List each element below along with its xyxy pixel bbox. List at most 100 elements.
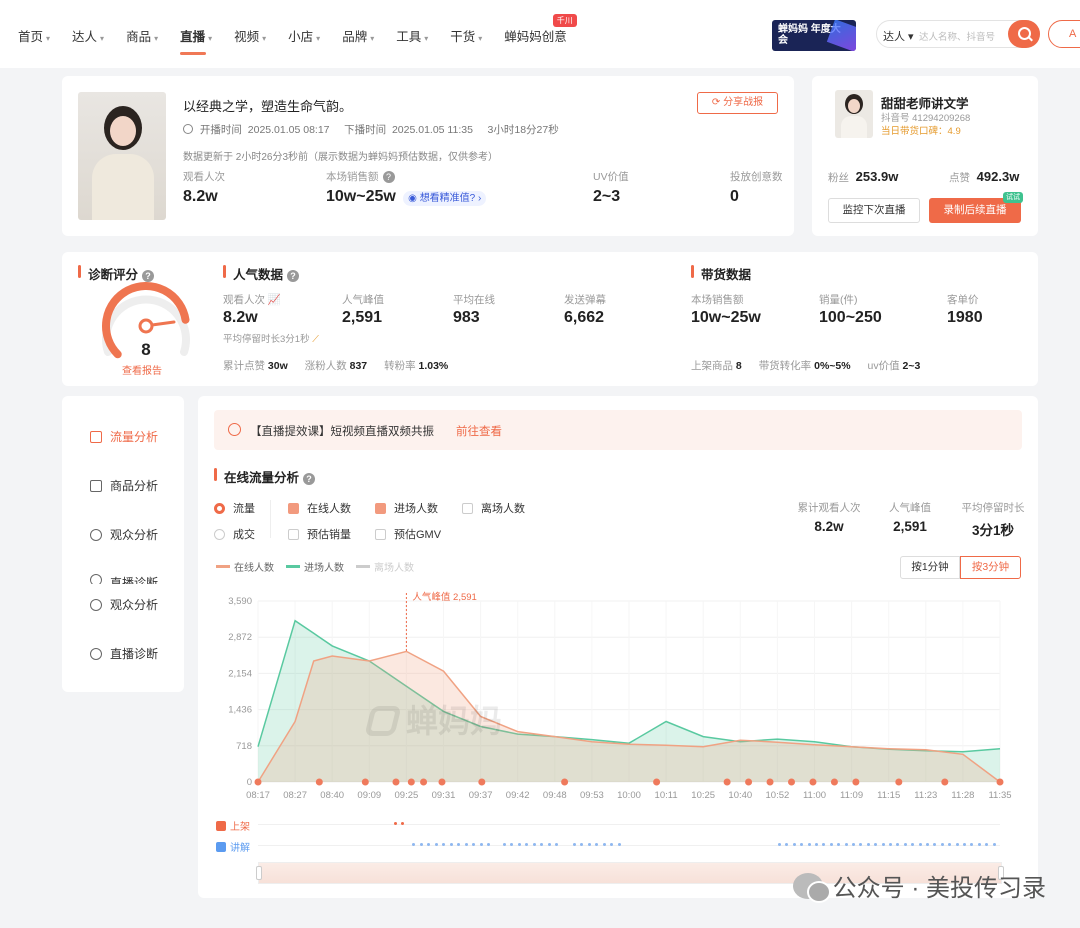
play-circle-icon xyxy=(90,598,102,611)
search-type-select[interactable]: 达人 ▾ xyxy=(883,28,914,44)
precise-value-link[interactable]: ◉ 想看精准值? › xyxy=(403,191,487,206)
shelf-dot xyxy=(401,822,404,825)
event-marker xyxy=(420,778,428,786)
sidebar-item-audience-2[interactable]: 观众分析 xyxy=(90,596,158,613)
help-icon[interactable]: ? xyxy=(287,270,300,282)
x-tick-label: 11:15 xyxy=(877,790,900,801)
nav-item-home[interactable]: 首页 ▾ xyxy=(18,26,50,45)
x-tick-label: 09:42 xyxy=(506,790,530,801)
x-tick-label: 10:11 xyxy=(655,790,678,801)
x-tick-label: 11:23 xyxy=(914,790,937,801)
nav-item-shop[interactable]: 小店 ▾ xyxy=(288,26,320,45)
x-tick-label: 09:31 xyxy=(432,790,456,801)
help-icon[interactable]: ? xyxy=(303,473,316,485)
interval-1min-button[interactable]: 按1分钟 xyxy=(900,556,960,579)
y-tick-label: 2,872 xyxy=(228,632,252,643)
interval-3min-button[interactable]: 按3分钟 xyxy=(960,556,1021,579)
record-live-button[interactable]: 录制后续直播 试试 xyxy=(929,192,1023,223)
checkbox-online[interactable]: 在线人数 xyxy=(288,500,351,516)
goods-volume: 销量(件) 100~250 xyxy=(819,294,882,326)
checkbox-enter[interactable]: 进场人数 xyxy=(375,500,438,516)
explain-dot xyxy=(532,843,536,846)
annual-conference-banner[interactable]: 蝉妈妈 年度大会 xyxy=(772,20,856,51)
event-marker xyxy=(941,778,949,786)
nav-menu: 首页 ▾ 达人 ▾ 商品 ▾ 直播 ▾ 视频 ▾ 小店 ▾ 品牌 ▾ 工具 ▾ 干货 ▾ 蝉妈妈创… xyxy=(18,14,589,55)
explain-dot xyxy=(595,843,598,846)
share-report-button[interactable]: ⟳ 分享战报 xyxy=(697,92,778,114)
shelf-row-label: 上架 xyxy=(216,818,250,833)
radio-traffic[interactable]: 流量 xyxy=(214,500,255,516)
event-marker xyxy=(361,778,369,786)
anchor-avatar[interactable] xyxy=(835,90,873,138)
slider-handle-left[interactable] xyxy=(256,866,262,880)
event-marker xyxy=(254,778,262,786)
explain-dot xyxy=(844,843,848,846)
login-button[interactable]: A xyxy=(1048,20,1080,48)
compass-icon xyxy=(228,423,241,436)
y-tick-label: 718 xyxy=(236,741,252,752)
explain-dot xyxy=(580,843,583,846)
explain-dot xyxy=(815,843,818,846)
peak-label: 人气峰值 2,591 xyxy=(412,591,476,603)
y-tick-label: 2,154 xyxy=(228,668,252,679)
explain-dot xyxy=(977,843,981,846)
x-tick-label: 11:28 xyxy=(951,790,974,801)
promo-link[interactable]: 前往查看 xyxy=(456,423,502,439)
search-icon[interactable] xyxy=(1008,20,1040,48)
live-title: 以经典之学，塑造生命气韵。 xyxy=(183,99,353,114)
nav-item-creative[interactable]: 蝉妈妈创意 千川 xyxy=(504,14,577,45)
monitor-next-live-button[interactable]: 监控下次直播 xyxy=(828,198,920,223)
traffic-chart[interactable]: 0 718 1,436 2,154 2,872 3,590 08:17 08:27 08:40 0… xyxy=(198,586,1038,816)
y-tick-label: 3,590 xyxy=(228,596,252,607)
event-marker xyxy=(996,778,1004,786)
explain-dot xyxy=(547,843,551,846)
avg-stay: 平均停留时长3分1秒 ⟋ xyxy=(223,334,319,345)
nav-item-goods[interactable]: 商品 ▾ xyxy=(126,26,158,45)
x-tick-label: 11:09 xyxy=(840,790,863,801)
nav-item-tools[interactable]: 工具 ▾ xyxy=(396,26,428,45)
legend-enter[interactable]: 进场人数 xyxy=(286,559,344,574)
nav-item-video[interactable]: 视频 ▾ xyxy=(234,26,266,45)
x-tick-label: 09:09 xyxy=(357,790,381,801)
nav-item-articles[interactable]: 干货 ▾ xyxy=(450,26,482,45)
explain-dot xyxy=(866,843,870,846)
sidebar-item-diagnosis[interactable]: 直播诊断 xyxy=(90,645,158,662)
event-marker xyxy=(723,778,731,786)
y-tick-label: 0 xyxy=(247,777,252,788)
sidebar-item-audience[interactable]: 观众分析 xyxy=(90,526,158,543)
help-icon[interactable]: ? xyxy=(382,171,395,183)
help-icon[interactable]: ? xyxy=(142,270,155,282)
legend-online[interactable]: 在线人数 xyxy=(216,559,274,574)
explain-dot xyxy=(992,843,996,846)
checkbox-leave[interactable]: 离场人数 xyxy=(462,500,525,516)
nav-item-live[interactable]: 直播 ▾ xyxy=(180,26,212,55)
promo-banner[interactable]: 【直播提效课】短视频直播双频共振 前往查看 xyxy=(214,410,1022,450)
anchor-cover-image xyxy=(78,92,166,220)
explain-dot xyxy=(792,843,796,846)
explain-dot xyxy=(487,843,490,846)
x-tick-label: 08:40 xyxy=(320,790,344,801)
trend-icon[interactable]: ⟋ xyxy=(312,334,319,345)
diagnosis-icon xyxy=(90,574,102,584)
sidebar-item-goods[interactable]: 商品分析 xyxy=(90,477,158,494)
wechat-watermark: 公众号 · 美投传习录 xyxy=(792,868,1046,903)
wechat-icon xyxy=(792,872,831,903)
event-marker xyxy=(392,778,400,786)
trend-icon[interactable]: 📈 xyxy=(268,294,281,306)
sidebar-item-diagnosis-clipped[interactable]: 直播诊断 xyxy=(90,574,158,584)
checkbox-est-sales[interactable]: 预估销量 xyxy=(288,526,351,542)
checkbox-est-gmv[interactable]: 预估GMV xyxy=(375,526,441,542)
nav-item-brand[interactable]: 品牌 ▾ xyxy=(342,26,374,45)
metric-views: 观看人次 8.2w xyxy=(183,171,225,205)
nav-item-influencer[interactable]: 达人 ▾ xyxy=(72,26,104,45)
x-tick-label: 09:25 xyxy=(395,790,419,801)
x-tick-label: 11:00 xyxy=(803,790,826,801)
view-report-link[interactable]: 查看报告 xyxy=(122,362,162,377)
goods-icon xyxy=(90,479,102,492)
radio-deal[interactable]: 成交 xyxy=(214,526,255,542)
legend-leave[interactable]: 离场人数 xyxy=(356,559,414,574)
search-input[interactable]: 达人名称、抖音号 xyxy=(919,29,995,43)
x-tick-label: 09:53 xyxy=(580,790,604,801)
x-tick-label: 10:25 xyxy=(691,790,715,801)
sidebar-item-traffic[interactable]: 流量分析 xyxy=(90,428,158,445)
